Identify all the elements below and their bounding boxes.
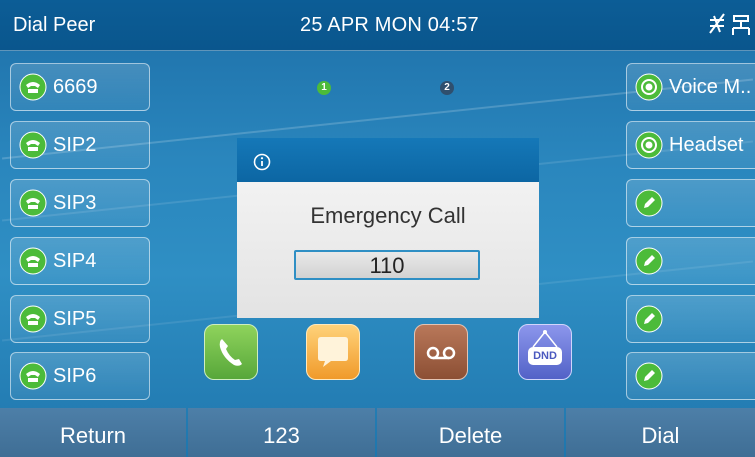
dialog-title: Emergency Call bbox=[310, 203, 466, 228]
line-key-label: SIP6 bbox=[53, 365, 97, 387]
radio-icon bbox=[635, 73, 663, 101]
line-key-empty[interactable] bbox=[626, 295, 755, 343]
edit-icon bbox=[635, 362, 663, 390]
dnd-label: DND bbox=[533, 350, 557, 362]
voicemail-app-icon[interactable] bbox=[414, 324, 468, 380]
line-key-headset[interactable]: Headset bbox=[626, 121, 755, 169]
dialog-header bbox=[237, 138, 539, 182]
delete-softkey[interactable]: Delete bbox=[377, 408, 564, 457]
network-cable-icon bbox=[732, 15, 750, 35]
line-key-2[interactable]: SIP2 bbox=[10, 121, 150, 169]
emergency-number-field[interactable]: 110 bbox=[294, 250, 480, 280]
line-key-empty[interactable] bbox=[626, 237, 755, 285]
line-key-label: SIP4 bbox=[53, 250, 97, 272]
phone-icon bbox=[19, 305, 47, 333]
line-key-3[interactable]: SIP3 bbox=[10, 179, 150, 227]
line-key-voicemail[interactable]: Voice M.. bbox=[626, 63, 755, 111]
radio-icon bbox=[635, 131, 663, 159]
line-key-label: SIP2 bbox=[53, 134, 97, 156]
date-time: 25 APR MON 04:57 bbox=[300, 14, 479, 36]
line-key-4[interactable]: SIP4 bbox=[10, 237, 150, 285]
page-dot-2[interactable]: 2 bbox=[440, 81, 454, 95]
line-key-5[interactable]: SIP5 bbox=[10, 295, 150, 343]
dial-softkey[interactable]: Dial bbox=[566, 408, 755, 457]
numeric-mode-softkey[interactable]: 123 bbox=[188, 408, 375, 457]
voicemail-icon bbox=[426, 346, 456, 360]
line-key-1[interactable]: 6669 bbox=[10, 63, 150, 111]
line-key-label: SIP3 bbox=[53, 192, 97, 214]
return-softkey[interactable]: Return bbox=[0, 408, 186, 457]
line-key-empty[interactable] bbox=[626, 179, 755, 227]
speech-bubble-icon bbox=[318, 337, 348, 367]
page-dot-1[interactable]: 1 bbox=[317, 81, 331, 95]
line-key-empty[interactable] bbox=[626, 352, 755, 400]
status-bar: Dial Peer 25 APR MON 04:57 bbox=[0, 0, 755, 51]
phone-icon bbox=[19, 131, 47, 159]
dialog-body: Emergency Call 110 bbox=[237, 182, 539, 318]
edit-icon bbox=[635, 247, 663, 275]
phone-icon bbox=[19, 247, 47, 275]
line-key-label: Voice M.. bbox=[669, 76, 752, 98]
info-icon bbox=[253, 153, 271, 171]
phone-icon bbox=[19, 73, 47, 101]
line-key-label: SIP5 bbox=[53, 308, 97, 330]
line-key-6[interactable]: SIP6 bbox=[10, 352, 150, 400]
line-key-label: Headset bbox=[669, 134, 744, 156]
softkey-bar: Return 123 Delete Dial bbox=[0, 408, 755, 457]
edit-icon bbox=[635, 305, 663, 333]
dnd-app-icon[interactable]: DND bbox=[518, 324, 572, 380]
phone-screen: Dial Peer 25 APR MON 04:57 6669 SIP2 SIP… bbox=[0, 0, 755, 457]
phone-icon bbox=[19, 362, 47, 390]
phone-app-icon[interactable] bbox=[204, 324, 258, 380]
emergency-call-dialog: Emergency Call 110 bbox=[237, 138, 539, 318]
message-app-icon[interactable] bbox=[306, 324, 360, 380]
phone-icon bbox=[19, 189, 47, 217]
phone-handset-icon bbox=[219, 339, 242, 366]
edit-icon bbox=[635, 189, 663, 217]
line-key-label: 6669 bbox=[53, 76, 98, 98]
screen-title: Dial Peer bbox=[13, 14, 96, 36]
